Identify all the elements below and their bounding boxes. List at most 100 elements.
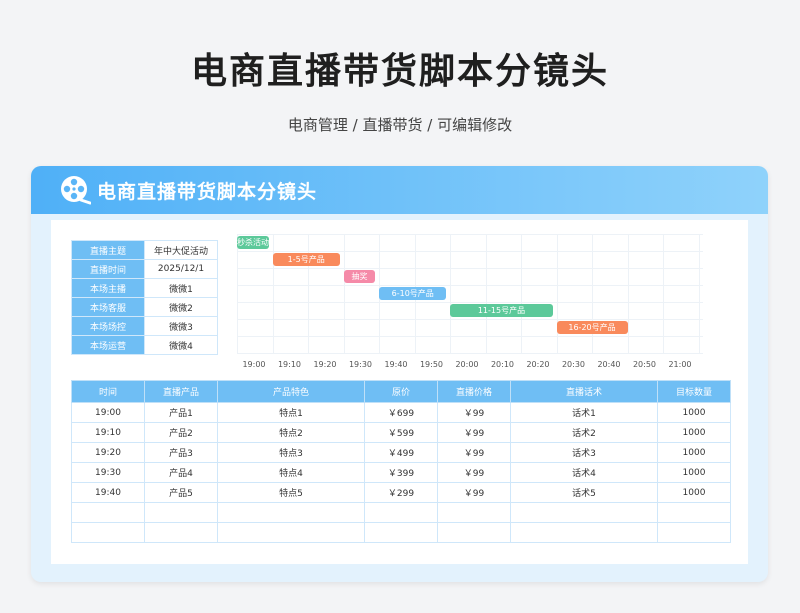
info-value[interactable]: 微微4 (144, 335, 218, 355)
table-cell[interactable]: ￥699 (364, 402, 438, 423)
info-row: 直播时间 2025/12/1 (71, 259, 218, 279)
table-row: 19:20 产品3 特点3 ￥499 ￥99 话术3 1000 (71, 442, 731, 463)
info-label: 本场场控 (71, 316, 145, 336)
table-cell[interactable]: 1000 (657, 462, 731, 483)
table-cell[interactable] (144, 502, 218, 523)
table-cell[interactable]: 话术2 (510, 422, 658, 443)
info-label: 直播时间 (71, 259, 145, 279)
gantt-gridline (237, 234, 703, 235)
info-table: 直播主题 年中大促活动 直播时间 2025/12/1 本场主播 微微1 本场客服 微微2 本场场… (71, 240, 218, 355)
info-value[interactable]: 2025/12/1 (144, 259, 218, 279)
gantt-tick-label: 19:40 (384, 360, 408, 369)
table-row (71, 522, 731, 543)
gantt-bar[interactable]: 1-5号产品 (272, 253, 340, 266)
table-cell[interactable]: 产品4 (144, 462, 218, 483)
gantt-bar[interactable]: 6-10号产品 (379, 287, 447, 300)
gantt-tick-label: 20:50 (632, 360, 657, 369)
gantt-tick-label: 19:20 (313, 360, 337, 369)
table-cell[interactable]: 1000 (657, 482, 731, 503)
column-header: 直播话术 (510, 380, 658, 403)
info-value[interactable]: 年中大促活动 (144, 240, 218, 260)
gantt-tick-label: 19:30 (348, 360, 373, 369)
page-title: 电商直播带货脚本分镜头 (190, 51, 609, 92)
table-cell[interactable]: ￥99 (437, 402, 511, 423)
table-cell[interactable]: 话术5 (510, 482, 658, 503)
column-header: 产品特色 (217, 380, 365, 403)
info-label: 直播主题 (71, 240, 145, 260)
table-cell[interactable] (437, 522, 511, 543)
column-header: 原价 (364, 380, 438, 403)
table-cell[interactable]: ￥99 (437, 482, 511, 503)
table-cell[interactable]: 产品3 (144, 442, 218, 463)
table-cell[interactable]: ￥99 (437, 462, 511, 483)
table-cell[interactable] (364, 502, 438, 523)
sheet: 直播主题 年中大促活动 直播时间 2025/12/1 本场主播 微微1 本场客服 微微2 本场场… (51, 220, 748, 564)
table-cell[interactable]: 话术3 (510, 442, 658, 463)
table-cell[interactable] (657, 522, 731, 543)
table-cell[interactable]: 19:40 (71, 482, 145, 503)
table-cell[interactable]: 特点1 (217, 402, 365, 423)
gantt-gridline (237, 319, 703, 320)
table-cell[interactable]: ￥499 (364, 442, 438, 463)
film-reel-icon (61, 176, 91, 205)
table-cell[interactable]: ￥599 (364, 422, 438, 443)
info-row: 本场客服 微微2 (71, 297, 218, 317)
table-cell[interactable]: 1000 (657, 442, 731, 463)
table-cell[interactable] (144, 522, 218, 543)
table-cell[interactable]: 产品2 (144, 422, 218, 443)
gantt-bar[interactable]: 抽奖 (343, 270, 376, 283)
gantt-tick-label: 19:10 (277, 360, 302, 369)
table-cell[interactable] (437, 502, 511, 523)
table-cell[interactable]: 1000 (657, 422, 731, 443)
card-title: 电商直播带货脚本分镜头 (97, 181, 318, 203)
table-cell[interactable]: 1000 (657, 402, 731, 423)
table-cell[interactable] (217, 522, 365, 543)
table-cell[interactable]: 特点5 (217, 482, 365, 503)
gantt-tick-label: 21:00 (668, 360, 692, 369)
gantt-bar[interactable]: 秒杀活动 (237, 236, 269, 249)
gantt-gridline (237, 268, 703, 269)
info-label: 本场客服 (71, 297, 145, 317)
info-row: 本场场控 微微3 (71, 316, 218, 336)
table-cell[interactable] (71, 522, 145, 543)
info-value[interactable]: 微微2 (144, 297, 218, 317)
table-cell[interactable]: 19:20 (71, 442, 145, 463)
table-cell[interactable]: 产品5 (144, 482, 218, 503)
gantt-bar[interactable]: 11-15号产品 (450, 304, 553, 317)
table-row: 19:00 产品1 特点1 ￥699 ￥99 话术1 1000 (71, 402, 731, 423)
table-cell[interactable]: 19:00 (71, 402, 145, 423)
info-row: 本场运营 微微4 (71, 335, 218, 355)
column-header: 时间 (71, 380, 145, 403)
gantt-tick-label: 20:40 (597, 360, 621, 369)
table-cell[interactable]: 特点2 (217, 422, 365, 443)
info-row: 直播主题 年中大促活动 (71, 240, 218, 260)
gantt-gridline (237, 302, 703, 303)
info-row: 本场主播 微微1 (71, 278, 218, 298)
table-cell[interactable]: 话术1 (510, 402, 658, 423)
table-cell[interactable] (510, 522, 658, 543)
info-value[interactable]: 微微1 (144, 278, 218, 298)
schedule-table: 时间 直播产品 产品特色 原价 直播价格 直播话术 目标数量 19:00 产品1 特点1 ￥699… (71, 380, 731, 543)
gantt-bar[interactable]: 16-20号产品 (556, 321, 628, 334)
table-cell[interactable]: 话术4 (510, 462, 658, 483)
table-cell[interactable]: ￥99 (437, 422, 511, 443)
table-cell[interactable] (364, 522, 438, 543)
table-cell[interactable]: 特点3 (217, 442, 365, 463)
table-cell[interactable] (71, 502, 145, 523)
gantt-gridline (237, 353, 703, 354)
table-cell[interactable]: 特点4 (217, 462, 365, 483)
table-cell[interactable]: ￥399 (364, 462, 438, 483)
table-cell[interactable]: 产品1 (144, 402, 218, 423)
gantt-tick-label: 19:50 (419, 360, 444, 369)
table-cell[interactable]: ￥99 (437, 442, 511, 463)
table-cell[interactable] (510, 502, 658, 523)
gantt-tick-label: 20:10 (490, 360, 515, 369)
table-cell[interactable]: 19:30 (71, 462, 145, 483)
table-cell[interactable]: ￥299 (364, 482, 438, 503)
table-cell[interactable] (217, 502, 365, 523)
info-value[interactable]: 微微3 (144, 316, 218, 336)
table-cell[interactable]: 19:10 (71, 422, 145, 443)
gantt-chart: 秒杀活动 1-5号产品 抽奖 6-10号产品 11-15号产品 16-20号产品 (237, 234, 703, 354)
info-label: 本场运营 (71, 335, 145, 355)
table-cell[interactable] (657, 502, 731, 523)
